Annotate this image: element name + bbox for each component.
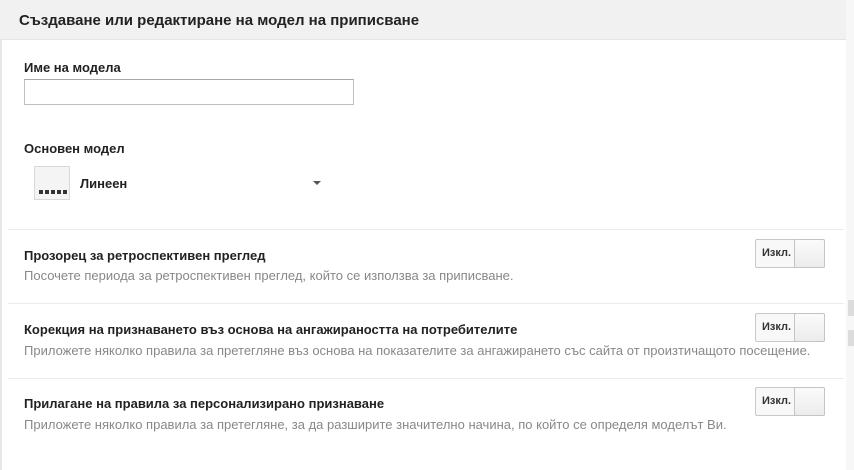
base-model-label: Основен модел bbox=[24, 141, 125, 156]
custom-credit-rules-toggle[interactable]: Изкл. bbox=[755, 387, 825, 416]
chevron-down-icon[interactable] bbox=[313, 181, 321, 185]
toggle-label: Изкл. bbox=[762, 247, 792, 259]
custom-credit-rules-description: Приложете няколко правила за претегляне,… bbox=[24, 417, 727, 432]
dialog-header: Създаване или редактиране на модел на пр… bbox=[0, 0, 854, 40]
scrollbar-thumb[interactable] bbox=[848, 330, 854, 346]
engagement-adjustment-toggle[interactable]: Изкл. bbox=[755, 313, 825, 342]
lookback-window-title: Прозорец за ретроспективен преглед bbox=[24, 248, 266, 263]
model-name-input[interactable] bbox=[24, 79, 354, 105]
toggle-knob[interactable] bbox=[794, 239, 825, 268]
scrollbar[interactable] bbox=[846, 0, 854, 470]
linear-model-icon bbox=[34, 166, 70, 200]
toggle-label: Изкл. bbox=[762, 321, 792, 333]
base-model-select[interactable]: Линеен bbox=[30, 163, 330, 203]
base-model-value: Линеен bbox=[80, 176, 128, 191]
dialog-title: Създаване или редактиране на модел на пр… bbox=[19, 12, 420, 29]
divider bbox=[8, 303, 844, 304]
left-border bbox=[0, 40, 2, 470]
toggle-label: Изкл. bbox=[762, 395, 792, 407]
custom-credit-rules-title: Прилагане на правила за персонализирано … bbox=[24, 396, 385, 411]
toggle-knob[interactable] bbox=[794, 387, 825, 416]
divider bbox=[8, 378, 844, 379]
divider bbox=[8, 229, 844, 230]
toggle-knob[interactable] bbox=[794, 313, 825, 342]
scrollbar-thumb[interactable] bbox=[848, 300, 854, 316]
attribution-model-dialog: Създаване или редактиране на модел на пр… bbox=[0, 0, 854, 470]
engagement-adjustment-title: Корекция на признаването въз основа на а… bbox=[24, 322, 518, 337]
engagement-adjustment-description: Приложете няколко правила за претегляне … bbox=[24, 343, 811, 358]
lookback-window-description: Посочете периода за ретроспективен прегл… bbox=[24, 268, 514, 283]
model-name-label: Име на модела bbox=[24, 60, 121, 75]
lookback-window-toggle[interactable]: Изкл. bbox=[755, 239, 825, 268]
